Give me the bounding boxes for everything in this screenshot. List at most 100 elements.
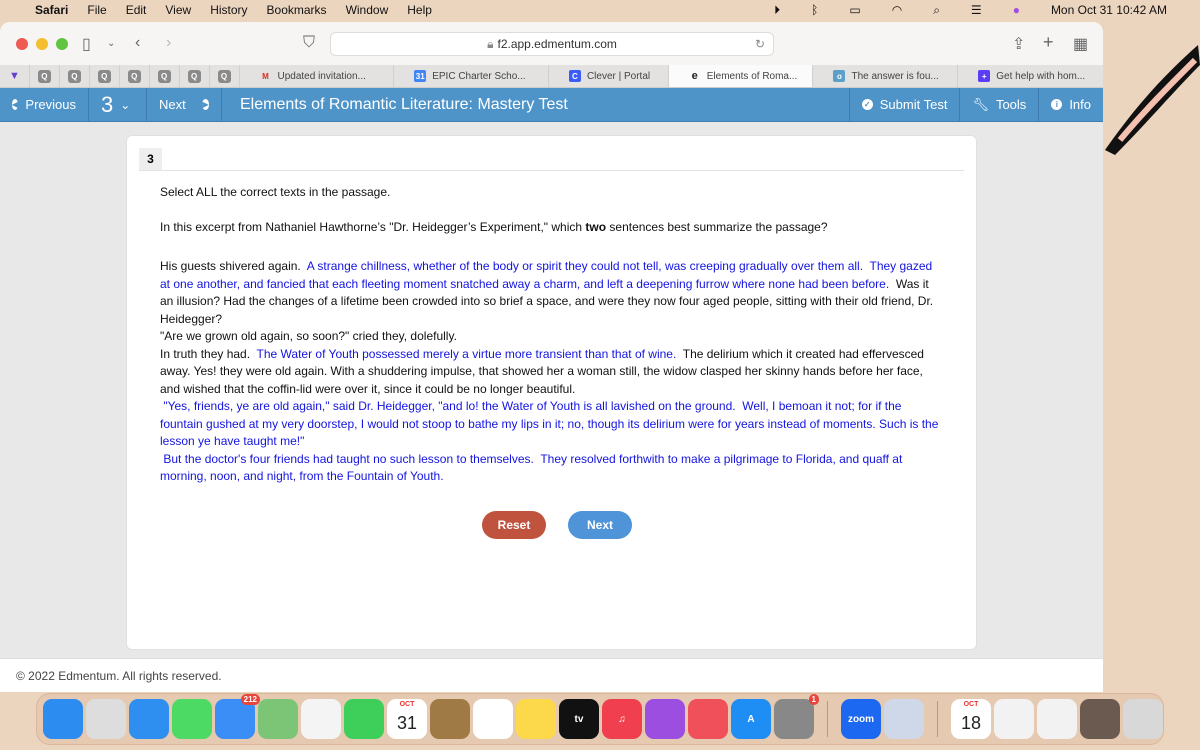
tab-edmentum[interactable]: e Elements of Roma... [668, 65, 814, 87]
dock-safari-window-3-icon[interactable] [1080, 699, 1120, 739]
tab-quizlet[interactable]: Q [90, 65, 120, 87]
dock-icon-label: tv [574, 713, 584, 725]
dock-safari-icon[interactable] [129, 699, 169, 739]
next-question-button[interactable]: Next [568, 511, 632, 539]
tab-calendar[interactable]: 31 EPIC Charter Scho... [394, 65, 549, 87]
selectable-sentence[interactable]: But the doctor's four friends had taught… [160, 452, 534, 466]
dock-icon-label: zoom [847, 713, 875, 725]
tab-get-help[interactable]: + Get help with hom... [958, 65, 1103, 87]
tab-pinned-extension[interactable]: ▼ [0, 65, 30, 87]
dock-reminders-icon[interactable] [473, 699, 513, 739]
dock-maps-icon[interactable] [258, 699, 298, 739]
passage-paragraph: In truth they had. The Water of Youth po… [160, 346, 940, 399]
selectable-sentence[interactable]: "Yes, friends, ye are old again," said D… [160, 399, 735, 413]
dock-safari-window-1-icon[interactable] [994, 699, 1034, 739]
chevron-down-icon[interactable]: ⌄ [107, 38, 115, 49]
tab-label: EPIC Charter Scho... [432, 70, 526, 82]
browser-toolbar: ▯ ⌄ ‹ › ⛉ 🔒︎ f2.app.edmentum.com ↻ ⇪ + ▦ [0, 22, 1103, 65]
sidebar-icon[interactable]: ▯ [82, 34, 91, 54]
menu-view[interactable]: View [165, 3, 191, 17]
info-button[interactable]: i Info [1038, 88, 1103, 121]
notification-badge: 1 [808, 694, 819, 705]
dock-news-icon[interactable] [688, 699, 728, 739]
bluetooth-icon[interactable]: ᛒ [811, 3, 818, 17]
control-center-icon[interactable]: ☰ [971, 3, 982, 17]
close-window-button[interactable] [16, 37, 28, 50]
clock[interactable]: Mon Oct 31 10:42 AM [1051, 3, 1167, 17]
new-tab-icon[interactable]: + [1043, 32, 1054, 53]
privacy-shield-icon[interactable]: ⛉ [303, 34, 315, 52]
menu-app-safari[interactable]: Safari [35, 3, 68, 17]
dock-calendar-icon[interactable]: OCT 31 [387, 699, 427, 739]
dock-notes-icon[interactable] [516, 699, 556, 739]
menu-help[interactable]: Help [407, 3, 432, 17]
dock-messages-icon[interactable] [172, 699, 212, 739]
menu-file[interactable]: File [87, 3, 106, 17]
menu-window[interactable]: Window [346, 3, 389, 17]
back-icon[interactable]: ‹ [135, 34, 140, 52]
share-icon[interactable]: ⇪ [1012, 34, 1025, 54]
dock-system-preferences-icon[interactable]: 1 [774, 694, 819, 739]
dock-contacts-icon[interactable] [430, 699, 470, 739]
dock-tv-icon[interactable]: tv [559, 699, 599, 739]
tab-quizlet[interactable]: Q [30, 65, 60, 87]
passage-text: In truth they had. [160, 346, 257, 361]
menu-edit[interactable]: Edit [126, 3, 147, 17]
play-icon[interactable]: ⏵ [774, 3, 780, 18]
tab-label: Updated invitation... [277, 70, 366, 82]
siri-icon[interactable]: ● [1013, 3, 1020, 17]
tab-quizlet[interactable]: Q [120, 65, 150, 87]
tab-quizlet[interactable]: Q [60, 65, 90, 87]
quizlet-icon: Q [37, 69, 51, 83]
reload-icon[interactable]: ↻ [755, 37, 765, 51]
dock-photos-icon[interactable] [301, 699, 341, 739]
tab-answer[interactable]: o The answer is fou... [813, 65, 959, 87]
address-bar[interactable]: 🔒︎ f2.app.edmentum.com ↻ [330, 32, 774, 56]
question-selector[interactable]: 3 ⌄ [89, 88, 147, 121]
search-icon[interactable]: ⌕ [933, 3, 940, 18]
dock-facetime-icon[interactable] [344, 699, 384, 739]
zoom-window-button[interactable] [56, 37, 68, 50]
dock-mail-icon[interactable]: 212 [215, 694, 260, 739]
test-title: Elements of Romantic Literature: Mastery… [240, 95, 568, 113]
info-label: Info [1069, 97, 1091, 112]
quizlet-icon: Q [127, 69, 141, 83]
dock-launchpad-icon[interactable] [86, 699, 126, 739]
next-label: Next [159, 97, 186, 112]
menu-bar: Safari File Edit View History Bookmarks … [0, 0, 1200, 20]
tools-button[interactable]: 🔧︎ Tools [959, 88, 1038, 121]
previous-button[interactable]: ◀ Previous [0, 88, 89, 121]
dock-app-store-icon[interactable]: A [731, 699, 771, 739]
plus-icon: + [978, 70, 991, 82]
battery-icon[interactable]: ▭ [849, 3, 860, 17]
tab-quizlet[interactable]: Q [180, 65, 210, 87]
tab-quizlet[interactable]: Q [150, 65, 180, 87]
menu-history[interactable]: History [210, 3, 247, 17]
dock-icon-label: ♫ [618, 713, 626, 725]
reset-button[interactable]: Reset [482, 511, 546, 539]
dock-preview-icon[interactable] [884, 699, 924, 739]
tab-gmail[interactable]: M Updated invitation... [240, 65, 395, 87]
next-button[interactable]: Next ▶ [147, 88, 222, 121]
owl-icon: o [833, 70, 846, 82]
submit-test-button[interactable]: ✓ Submit Test [848, 88, 960, 121]
selectable-sentence[interactable]: The Water of Youth possessed merely a vi… [257, 347, 677, 361]
selectable-sentence[interactable]: A strange chillness, whether of the body… [307, 259, 863, 273]
tab-clever[interactable]: C Clever | Portal [549, 65, 669, 87]
minimize-window-button[interactable] [36, 37, 48, 50]
dock-finder-icon[interactable] [43, 699, 83, 739]
tab-quizlet[interactable]: Q [210, 65, 240, 87]
menu-bookmarks[interactable]: Bookmarks [267, 3, 327, 17]
dock-zoom-icon[interactable]: zoom [841, 699, 881, 739]
quizlet-icon: Q [97, 69, 111, 83]
dock-safari-window-2-icon[interactable] [1037, 699, 1077, 739]
tab-overview-icon[interactable]: ▦ [1073, 34, 1088, 54]
forward-icon[interactable]: › [166, 34, 171, 52]
dock-music-icon[interactable]: ♫ [602, 699, 642, 739]
dock-calendar-window-icon[interactable]: OCT 18 [951, 699, 991, 739]
dock-podcasts-icon[interactable] [645, 699, 685, 739]
url-text: f2.app.edmentum.com [497, 37, 617, 51]
wifi-icon[interactable]: ◠ [892, 3, 902, 17]
test-toolbar: ◀ Previous 3 ⌄ Next ▶ Elements of Romantic … [0, 88, 1103, 122]
dock-trash-icon[interactable] [1123, 699, 1163, 739]
